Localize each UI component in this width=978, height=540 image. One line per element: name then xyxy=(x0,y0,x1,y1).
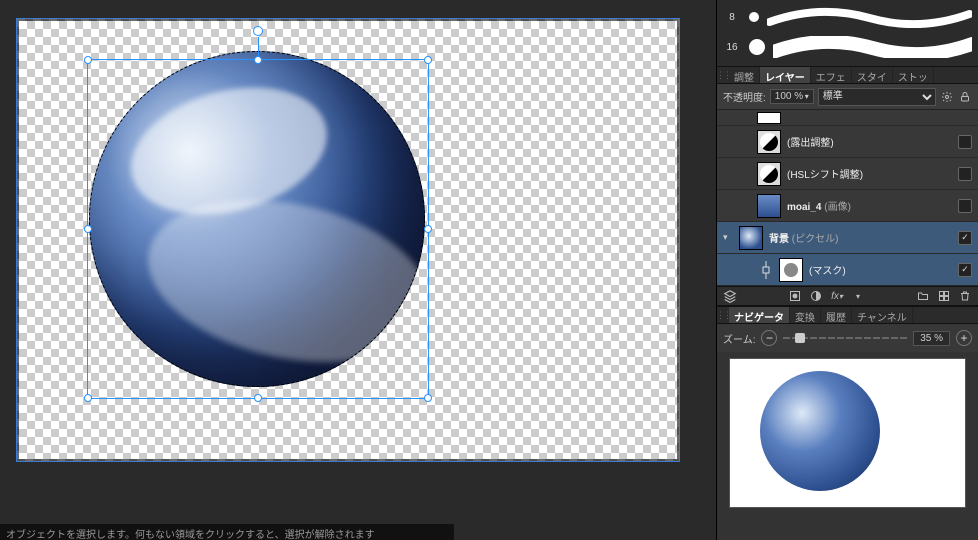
opacity-label: 不透明度: xyxy=(723,89,766,104)
navigator-preview[interactable] xyxy=(729,358,966,508)
layer-exposure[interactable]: (露出調整) xyxy=(717,126,978,158)
zoom-out-button[interactable]: − xyxy=(761,330,777,346)
opacity-row: 不透明度: 100 % ▾ 標準 xyxy=(717,84,978,110)
layer-list: (露出調整) (HSLシフト調整) moai_4 (画像) ▾ 背景 (ピクセル… xyxy=(717,110,978,286)
brush-stroke-preview xyxy=(773,36,972,58)
layer-name[interactable]: 背景 (ピクセル) xyxy=(769,230,952,245)
layer-name[interactable]: (露出調整) xyxy=(787,134,952,149)
navigator-panel-tabs: ⋮⋮ ナビゲータ 変換 履歴 チャンネル xyxy=(717,306,978,324)
gear-icon[interactable] xyxy=(940,90,954,104)
tab-transform[interactable]: 変換 xyxy=(790,307,821,323)
document-canvas[interactable] xyxy=(16,18,680,462)
visibility-checkbox[interactable]: ✓ xyxy=(958,231,972,245)
right-panels: 8 16 ⋮⋮ 調整 レイヤー エフェ スタイ ストッ 不透明度: 100 % … xyxy=(716,0,978,540)
layer-clipped-top[interactable] xyxy=(717,110,978,126)
brush-stroke-preview xyxy=(767,6,972,28)
adjustment-icon xyxy=(757,130,781,154)
layer-mask[interactable]: (マスク) ✓ xyxy=(717,254,978,286)
layer-hsl[interactable]: (HSLシフト調整) xyxy=(717,158,978,190)
disclosure-triangle-icon[interactable]: ▾ xyxy=(723,232,733,243)
blend-mode-select[interactable]: 標準 xyxy=(818,88,936,106)
opacity-value-field[interactable]: 100 % ▾ xyxy=(770,89,814,104)
zoom-slider[interactable] xyxy=(783,331,907,345)
layer-stack-icon[interactable] xyxy=(721,288,739,304)
fx-icon[interactable]: fx▾ xyxy=(828,288,846,304)
brush-preview-dot xyxy=(749,39,765,55)
layer-thumb-image xyxy=(757,194,781,218)
tab-channels[interactable]: チャンネル xyxy=(852,307,913,323)
visibility-checkbox[interactable] xyxy=(958,167,972,181)
layer-name[interactable]: (マスク) xyxy=(809,262,952,277)
layer-toolbar: fx▾ ▾ xyxy=(717,286,978,306)
canvas-area[interactable]: オブジェクトを選択します。何もない領域をクリックすると、選択が解除されます xyxy=(0,0,716,540)
trash-icon[interactable] xyxy=(956,288,974,304)
tab-adjust[interactable]: 調整 xyxy=(729,67,760,83)
tab-styles[interactable]: スタイ xyxy=(852,67,893,83)
zoom-controls: ズーム: − 35 % + xyxy=(717,324,978,352)
folder-icon[interactable] xyxy=(914,288,932,304)
brush-row[interactable]: 16 xyxy=(723,32,972,62)
zoom-in-button[interactable]: + xyxy=(956,330,972,346)
brush-preview-dot xyxy=(749,12,759,22)
tab-layers[interactable]: レイヤー xyxy=(760,67,811,83)
layer-name[interactable]: moai_4 (画像) xyxy=(787,198,952,213)
visibility-checkbox[interactable] xyxy=(958,199,972,213)
tab-effects[interactable]: エフェ xyxy=(811,67,852,83)
mask-link-icon[interactable] xyxy=(759,258,773,282)
tab-stock[interactable]: ストッ xyxy=(893,67,934,83)
earth-image-layer[interactable] xyxy=(89,51,425,387)
zoom-value-field[interactable]: 35 % xyxy=(913,331,950,346)
status-bar: オブジェクトを選択します。何もない領域をクリックすると、選択が解除されます xyxy=(0,524,454,540)
zoom-label: ズーム: xyxy=(723,331,755,346)
mask-thumb xyxy=(779,258,803,282)
options-caret-icon[interactable]: ▾ xyxy=(849,288,867,304)
opacity-value-text: 100 % xyxy=(775,91,803,102)
mask-icon[interactable] xyxy=(786,288,804,304)
layer-background[interactable]: ▾ 背景 (ピクセル) ✓ xyxy=(717,222,978,254)
layer-thumb-earth xyxy=(739,226,763,250)
adjustment-layer-icon[interactable] xyxy=(807,288,825,304)
brush-size-label: 16 xyxy=(723,42,741,53)
grid-icon[interactable] xyxy=(935,288,953,304)
lock-icon[interactable] xyxy=(958,90,972,104)
visibility-checkbox[interactable] xyxy=(958,135,972,149)
zoom-slider-thumb[interactable] xyxy=(795,333,805,343)
brush-row[interactable]: 8 xyxy=(723,2,972,32)
tab-history[interactable]: 履歴 xyxy=(821,307,852,323)
visibility-checkbox[interactable]: ✓ xyxy=(958,263,972,277)
layer-thumb xyxy=(757,112,781,124)
adjustment-icon xyxy=(757,162,781,186)
tab-navigator[interactable]: ナビゲータ xyxy=(729,307,790,323)
layer-panel-tabs: ⋮⋮ 調整 レイヤー エフェ スタイ ストッ xyxy=(717,66,978,84)
brush-presets: 8 16 xyxy=(717,0,978,66)
panel-drag-handle-icon[interactable]: ⋮⋮ xyxy=(717,67,729,83)
layer-name[interactable]: (HSLシフト調整) xyxy=(787,166,952,181)
panel-drag-handle-icon[interactable]: ⋮⋮ xyxy=(717,307,729,323)
dropdown-caret-icon: ▾ xyxy=(805,92,809,101)
layer-moai[interactable]: moai_4 (画像) xyxy=(717,190,978,222)
brush-size-label: 8 xyxy=(723,12,741,23)
navigator-earth-thumb xyxy=(760,371,880,491)
